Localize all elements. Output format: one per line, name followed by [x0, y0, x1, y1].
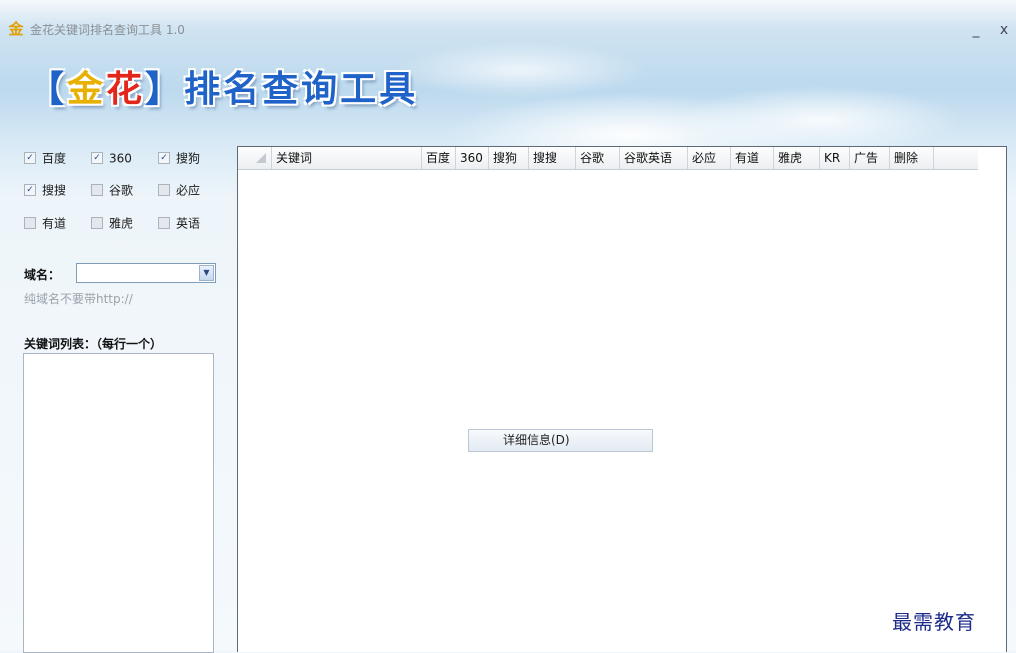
checkbox-english[interactable]: 英语: [158, 215, 200, 231]
column-header-baidu[interactable]: 百度: [422, 147, 456, 169]
sort-indicator-icon: [256, 153, 266, 163]
title-bar: 金 金花关键词排名查询工具 1.0 _ x: [0, 13, 1016, 43]
column-header-360[interactable]: 360: [456, 147, 489, 169]
checkbox-sogou[interactable]: ✓ 搜狗: [158, 150, 200, 166]
checkbox-label: 搜搜: [42, 183, 67, 198]
checkbox-box[interactable]: ✓: [91, 151, 103, 164]
keyword-list-label: 关键词列表：（每行一个）: [24, 337, 163, 351]
checkbox-label: 搜狗: [176, 151, 201, 166]
details-menu-item[interactable]: 详细信息(D): [468, 429, 653, 452]
checkbox-label: 雅虎: [109, 216, 134, 231]
close-button[interactable]: x: [994, 19, 1014, 41]
checkbox-youdao[interactable]: 有道: [24, 215, 66, 231]
checkbox-label: 谷歌: [109, 183, 134, 198]
column-header-yahoo[interactable]: 雅虎: [774, 147, 820, 169]
column-header-bing[interactable]: 必应: [688, 147, 731, 169]
checkbox-label: 有道: [42, 216, 67, 231]
brand-gold-char: 金: [67, 69, 107, 110]
checkbox-google[interactable]: 谷歌: [91, 182, 133, 198]
brand-bracket-open: 【: [28, 69, 68, 110]
column-header-youdao[interactable]: 有道: [731, 147, 774, 169]
watermark-text: 最需教育: [892, 610, 976, 634]
checkbox-label: 360: [109, 151, 132, 166]
brand-title: 排名查询工具: [184, 69, 419, 110]
checkbox-box[interactable]: ✓: [158, 151, 170, 164]
checkbox-bing[interactable]: 必应: [158, 182, 200, 198]
column-header-sogou[interactable]: 搜狗: [489, 147, 529, 169]
brand-bracket-close: 】: [145, 69, 185, 110]
column-header-kr[interactable]: KR: [820, 147, 850, 169]
sort-corner[interactable]: [238, 147, 272, 169]
column-header-keyword[interactable]: 关键词: [272, 147, 422, 169]
checkbox-box[interactable]: [158, 216, 170, 229]
checkbox-box[interactable]: [24, 216, 36, 229]
checkbox-box[interactable]: [158, 183, 170, 196]
domain-label: 域名：: [24, 268, 61, 282]
checkbox-box[interactable]: ✓: [24, 183, 36, 196]
checkbox-box[interactable]: [91, 216, 103, 229]
checkbox-360[interactable]: ✓ 360: [91, 150, 132, 166]
checkbox-label: 英语: [176, 216, 201, 231]
checkbox-label: 必应: [176, 183, 201, 198]
results-table[interactable]: 关键词 百度 360 搜狗 搜搜 谷歌 谷歌英语 必应 有道 雅虎 KR 广告 …: [237, 146, 1007, 652]
checkbox-soso[interactable]: ✓ 搜搜: [24, 182, 66, 198]
brand-red-char: 花: [106, 69, 146, 110]
checkbox-label: 百度: [42, 151, 67, 166]
checkbox-baidu[interactable]: ✓ 百度: [24, 150, 66, 166]
column-header-google-english[interactable]: 谷歌英语: [620, 147, 688, 169]
checkbox-box[interactable]: [91, 183, 103, 196]
brand-banner: 【金花】排名查询工具: [28, 68, 418, 112]
chevron-down-icon[interactable]: ▼: [199, 265, 214, 281]
checkbox-yahoo[interactable]: 雅虎: [91, 215, 133, 231]
domain-combobox[interactable]: ▼: [76, 263, 216, 283]
domain-hint: 纯域名不要带http://: [24, 292, 133, 306]
column-header-soso[interactable]: 搜搜: [529, 147, 576, 169]
column-header-ads[interactable]: 广告: [850, 147, 890, 169]
column-header-google[interactable]: 谷歌: [576, 147, 620, 169]
table-header: 关键词 百度 360 搜狗 搜搜 谷歌 谷歌英语 必应 有道 雅虎 KR 广告 …: [238, 147, 978, 170]
window-title: 金花关键词排名查询工具 1.0: [30, 23, 185, 37]
keyword-list-textarea[interactable]: [23, 353, 214, 653]
minimize-button[interactable]: _: [966, 19, 986, 41]
column-header-delete[interactable]: 删除: [890, 147, 934, 169]
checkbox-box[interactable]: ✓: [24, 151, 36, 164]
app-logo-icon: 金: [8, 20, 24, 38]
